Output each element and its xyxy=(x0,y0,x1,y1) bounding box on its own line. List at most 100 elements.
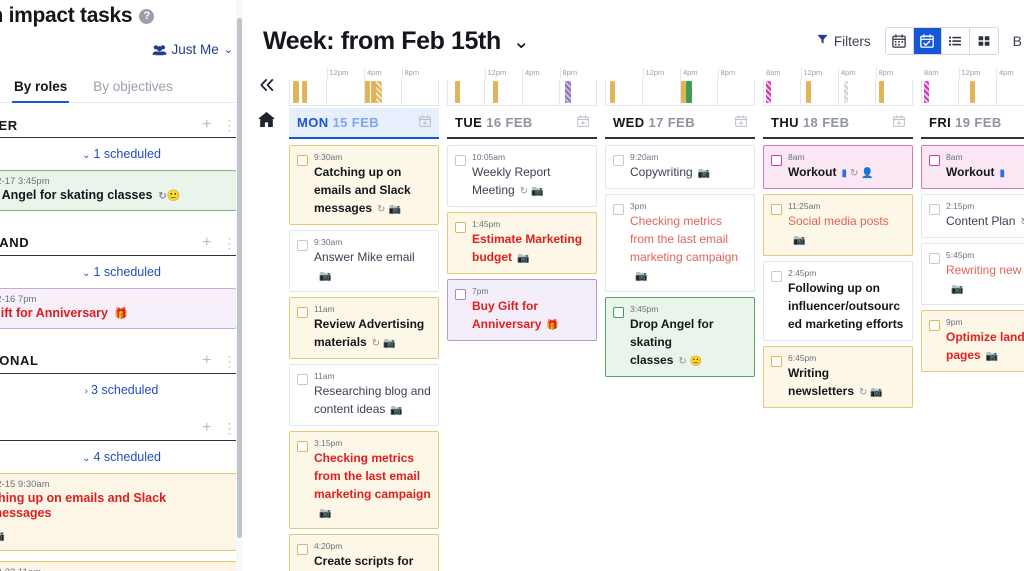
timeline-block xyxy=(493,81,499,103)
task-checkbox[interactable] xyxy=(297,155,308,166)
scheduled-toggle[interactable]: › 3 scheduled xyxy=(0,374,243,406)
task-card[interactable]: 3:15pm Checking metrics from the last ema… xyxy=(289,431,439,529)
task-icons: 📷 xyxy=(319,503,334,520)
task-icons: 📷 xyxy=(635,266,650,283)
task-checkbox[interactable] xyxy=(613,307,624,318)
task-card[interactable]: 3pm Checking metrics from the last email … xyxy=(605,194,755,292)
face-emoji: 🙂 xyxy=(689,356,703,367)
task-body: 10:05am Weekly Report Meeting ↻ 📷 xyxy=(472,152,589,199)
task-checkbox[interactable] xyxy=(771,271,782,282)
tab-by-roles[interactable]: By roles xyxy=(12,75,70,103)
task-card[interactable]: 9:30am Answer Mike email 📷 xyxy=(289,230,439,292)
week-view-button[interactable] xyxy=(913,28,942,54)
task-date: 02-16 7pm xyxy=(0,293,37,305)
home-icon[interactable] xyxy=(257,111,276,133)
task-checkbox[interactable] xyxy=(297,374,308,385)
day-timeline: 12pm 4pm 8pm xyxy=(289,66,439,108)
calendar-pane: Week: from Feb 15th ⌄ Filters B 12pm 4pm… xyxy=(243,0,1024,571)
task-card[interactable]: 11am Researching blog and content ideas 📷 xyxy=(289,364,439,426)
task-card[interactable]: 8am Workout ▮ xyxy=(921,145,1024,189)
task-checkbox[interactable] xyxy=(455,222,466,233)
timeline-block xyxy=(376,81,382,103)
sidebar-scrollbar-thumb[interactable] xyxy=(237,18,242,538)
scheduled-toggle[interactable]: ⌄ 4 scheduled xyxy=(0,441,243,473)
timeline-tick: 8am xyxy=(766,68,781,77)
add-to-calendar-icon[interactable] xyxy=(893,115,905,130)
task-checkbox[interactable] xyxy=(613,155,624,166)
task-card[interactable]: 8am Workout ▮ ↻ 👤 xyxy=(763,145,913,189)
task-card[interactable]: 11am Review Advertising materials ↻ 📷 xyxy=(289,297,439,359)
task-card[interactable]: 11:25am Social media posts 📷 xyxy=(763,194,913,256)
task-name: Workout xyxy=(788,165,837,179)
task-card[interactable]: 1:45pm Estimate Marketing budget 📷 xyxy=(447,212,597,274)
repeat-icon: ↻ xyxy=(678,356,687,367)
task-card[interactable]: 5:45pm Rewriting new pages 📷 xyxy=(921,243,1024,305)
task-name: Workout xyxy=(946,165,995,179)
task-card[interactable]: 9:30am Catching up on emails and Slack me… xyxy=(289,145,439,225)
tag-icon: ▮ xyxy=(999,168,1005,179)
task-card[interactable]: 3:45pm Drop Angel for skating classes ↻ 🙂 xyxy=(605,297,755,377)
task-card[interactable]: 9pm Optimize landing pages📷 xyxy=(921,310,1024,372)
timeline-bar xyxy=(605,79,755,106)
add-task-icon[interactable]: + xyxy=(202,419,211,436)
task-checkbox[interactable] xyxy=(771,356,782,367)
sidebar-scrollbar[interactable] xyxy=(236,0,243,571)
day-task-list: 9:20am Copywriting 📷 3pm Checking metrics fr… xyxy=(605,139,755,571)
scheduled-toggle[interactable]: ⌄ 1 scheduled xyxy=(0,256,243,288)
overflow-letter[interactable]: B xyxy=(1013,33,1024,49)
task-card[interactable]: 2:45pm Following up on influencer/outsour… xyxy=(763,261,913,341)
task-checkbox[interactable] xyxy=(297,307,308,318)
task-card[interactable]: 10:05am Weekly Report Meeting ↻ 📷 xyxy=(447,145,597,207)
task-checkbox[interactable] xyxy=(929,253,940,264)
timeline-block xyxy=(879,81,885,103)
task-icons: 🎁 xyxy=(114,306,128,322)
task-checkbox[interactable] xyxy=(297,544,308,555)
add-to-calendar-icon[interactable] xyxy=(419,115,431,130)
task-body: 11am Review Advertising materials ↻ 📷 xyxy=(314,304,431,351)
sidebar-task-card[interactable]: 02-16 7pmGift for Anniversary🎁 xyxy=(0,287,237,329)
sidebar-task-card[interactable]: 02-17 3:45pmp Angel for skating classes↻… xyxy=(0,170,237,211)
add-task-icon[interactable]: + xyxy=(202,117,211,133)
task-time: 11:25am xyxy=(788,201,821,211)
sidebar-task-card[interactable]: 02-15 9:30amching up on emails and Slack… xyxy=(0,472,237,551)
task-checkbox[interactable] xyxy=(929,320,940,331)
add-to-calendar-icon[interactable] xyxy=(577,115,589,130)
task-checkbox[interactable] xyxy=(455,289,466,300)
task-card[interactable]: 9:20am Copywriting 📷 xyxy=(605,145,755,189)
more-options-icon[interactable]: ⋮ xyxy=(223,236,238,250)
list-view-button[interactable] xyxy=(941,28,970,54)
help-icon[interactable]: ? xyxy=(139,8,155,24)
sidebar-task-card[interactable]: 02-22 11amiew Advertising materials↻📷 xyxy=(0,560,237,571)
scheduled-toggle[interactable]: ⌄ 1 scheduled xyxy=(0,138,243,170)
task-checkbox[interactable] xyxy=(929,204,940,215)
tab-by-objectives[interactable]: By objectives xyxy=(91,75,175,102)
task-card[interactable]: 2:15pm Content Plan ↻📷 xyxy=(921,194,1024,238)
task-card[interactable]: 6:45pm Writing newsletters ↻ 📷 xyxy=(763,346,913,408)
month-view-button[interactable] xyxy=(885,28,914,54)
add-task-icon[interactable]: + xyxy=(202,352,211,369)
add-task-icon[interactable]: + xyxy=(202,234,211,251)
week-title[interactable]: Week: from Feb 15th ⌄ xyxy=(263,27,530,56)
task-checkbox[interactable] xyxy=(929,155,940,166)
chevron-down-icon[interactable]: ⌄ xyxy=(513,29,530,54)
timeline-block xyxy=(924,81,930,103)
timeline-cell xyxy=(327,79,365,105)
task-checkbox[interactable] xyxy=(297,240,308,251)
more-options-icon[interactable]: ⋮ xyxy=(223,421,238,435)
task-checkbox[interactable] xyxy=(455,155,466,166)
board-view-button[interactable] xyxy=(969,28,998,54)
task-card[interactable]: 7pm Buy Gift for Anniversary 🎁 xyxy=(447,279,597,341)
more-options-icon[interactable]: ⋮ xyxy=(223,118,238,132)
task-time: 2:15pm xyxy=(946,201,975,211)
task-checkbox[interactable] xyxy=(771,204,782,215)
more-options-icon[interactable]: ⋮ xyxy=(223,354,238,368)
just-me-selector[interactable]: Just Me ⌄ xyxy=(0,28,243,57)
add-to-calendar-icon[interactable] xyxy=(735,115,747,130)
double-chevron-left-icon[interactable] xyxy=(258,78,275,97)
task-checkbox[interactable] xyxy=(297,441,308,452)
task-name: Answer Mike email xyxy=(314,250,415,264)
task-checkbox[interactable] xyxy=(771,155,782,166)
task-checkbox[interactable] xyxy=(613,204,624,215)
task-card[interactable]: 4:20pm Create scripts for video-based con… xyxy=(289,534,439,571)
filters-button[interactable]: Filters xyxy=(817,34,871,49)
